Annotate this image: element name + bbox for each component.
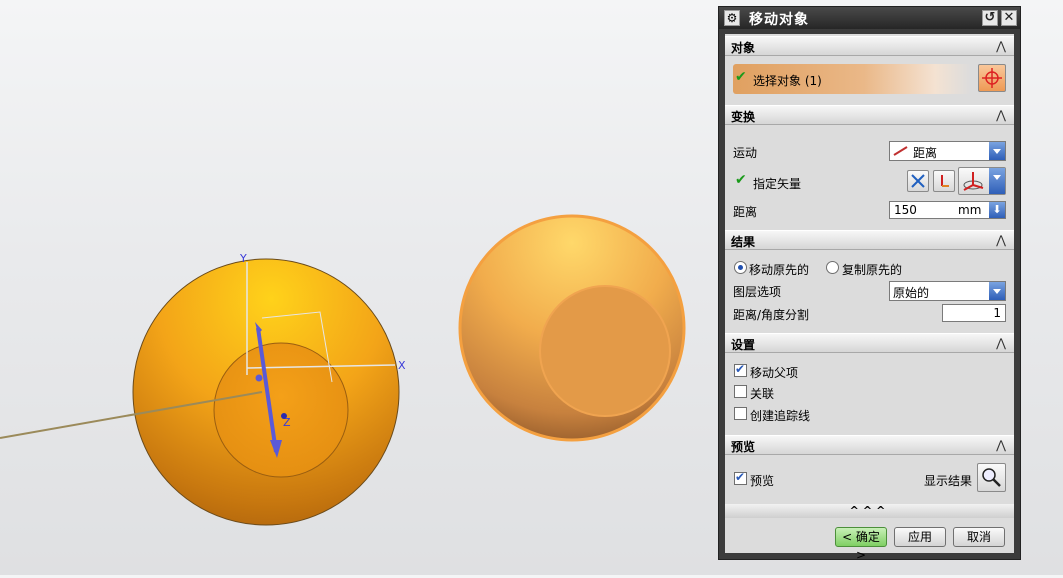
preview-label[interactable]: 预览 <box>750 472 774 489</box>
radio-copy-original[interactable] <box>826 261 839 274</box>
layer-option-label: 图层选项 <box>733 285 782 299</box>
ok-button[interactable]: < 确定 > <box>835 527 887 562</box>
checkbox-create-trace-lines[interactable] <box>734 407 747 420</box>
section-title: 变换 <box>731 110 756 124</box>
section-header-preview[interactable]: 预览 ⋀ <box>725 435 1014 455</box>
close-icon[interactable]: ✕ <box>1001 10 1017 26</box>
checkbox-preview[interactable] <box>734 470 747 485</box>
checkbox-label[interactable]: 关联 <box>750 385 774 402</box>
section-header-objects[interactable]: 对象 ⋀ <box>725 36 1014 56</box>
chevron-down-icon[interactable] <box>989 168 1005 194</box>
chevron-down-icon[interactable] <box>989 282 1005 300</box>
chevron-up-icon[interactable]: ⋀ <box>996 108 1006 122</box>
section-title: 设置 <box>731 338 756 352</box>
distance-input[interactable]: 150 mm ⬇ <box>889 201 1006 219</box>
crosshair-icon <box>982 68 1002 88</box>
move-object-dialog: ⚙ 移动对象 ↺ ✕ 对象 ⋀ ✔ 选择对象 (1) 变换 ⋀ 运动 距离 ✔ … <box>718 6 1021 562</box>
checkbox-label[interactable]: 移动父项 <box>750 364 798 381</box>
section-title: 预览 <box>731 440 756 454</box>
distance-icon <box>893 146 908 156</box>
triad-icon <box>963 172 984 191</box>
section-header-settings[interactable]: 设置 ⋀ <box>725 333 1014 353</box>
radio-move-original[interactable] <box>734 261 747 274</box>
section-body-preview: 预览 显示结果 <box>725 455 1014 503</box>
section-body-result: 移动原先的 复制原先的 图层选项 原始的 距离/角度分割 1 <box>725 250 1014 328</box>
radio-copy-label[interactable]: 复制原先的 <box>842 261 902 278</box>
motion-label: 运动 <box>733 146 758 160</box>
vector-label: 指定矢量 <box>753 177 802 191</box>
apply-button[interactable]: 应用 <box>894 527 946 547</box>
chevron-up-icon[interactable]: ⋀ <box>996 233 1006 247</box>
vector-options-icon <box>941 175 949 187</box>
vector-icon <box>911 174 925 188</box>
cancel-button[interactable]: 取消 <box>953 527 1005 547</box>
inferred-vector-button[interactable] <box>933 170 955 192</box>
layer-option-value: 原始的 <box>893 286 930 300</box>
reset-icon[interactable]: ↺ <box>982 10 998 26</box>
unit-label: mm <box>958 203 982 217</box>
split-input[interactable]: 1 <box>942 304 1006 322</box>
cone-original-inner <box>213 342 349 478</box>
motion-dropdown[interactable]: 距离 <box>889 141 1006 161</box>
radio-move-label[interactable]: 移动原先的 <box>749 261 809 278</box>
more-options-toggle[interactable]: ^^^ <box>725 504 1014 518</box>
distance-value: 150 <box>894 203 917 217</box>
section-title: 结果 <box>731 235 756 249</box>
vector-type-dropdown[interactable] <box>958 167 1006 195</box>
dialog-titlebar[interactable]: ⚙ 移动对象 ↺ ✕ <box>719 7 1020 29</box>
section-body-objects: ✔ 选择对象 (1) <box>725 56 1014 104</box>
section-body-settings: 移动父项 关联 创建追踪线 <box>725 353 1014 431</box>
dialog-title: 移动对象 <box>749 12 809 28</box>
cone-preview-inner <box>539 285 671 417</box>
checkbox-move-parent[interactable] <box>734 362 747 377</box>
select-object-label: 选择对象 (1) <box>753 74 822 88</box>
crosshair-selection-button[interactable] <box>978 64 1006 92</box>
y-axis-label: Y <box>239 252 247 265</box>
chevron-up-icon[interactable]: ⋀ <box>996 438 1006 452</box>
checkbox-associative[interactable] <box>734 385 747 398</box>
motion-value: 距离 <box>913 146 938 160</box>
section-header-result[interactable]: 结果 ⋀ <box>725 230 1014 250</box>
distance-label: 距离 <box>733 205 758 219</box>
arrow-down-icon[interactable]: ⬇ <box>989 202 1005 218</box>
checkbox-label[interactable]: 创建追踪线 <box>750 407 810 424</box>
split-value: 1 <box>993 306 1001 320</box>
chevrons-up-icon: ^^^ <box>849 504 890 517</box>
dialog-body: 对象 ⋀ ✔ 选择对象 (1) 变换 ⋀ 运动 距离 ✔ 指定矢量 距离 150… <box>725 34 1014 562</box>
split-label: 距离/角度分割 <box>733 308 810 322</box>
section-body-transform: 运动 距离 ✔ 指定矢量 距离 150 mm ⬇ <box>725 125 1014 223</box>
section-header-transform[interactable]: 变换 ⋀ <box>725 105 1014 125</box>
check-icon: ✔ <box>735 69 747 85</box>
chevron-up-icon[interactable]: ⋀ <box>996 336 1006 350</box>
chevron-up-icon[interactable]: ⋀ <box>996 39 1006 53</box>
layer-option-dropdown[interactable]: 原始的 <box>889 281 1006 301</box>
show-result-label: 显示结果 <box>924 474 973 488</box>
chevron-down-icon[interactable] <box>989 142 1005 160</box>
check-icon: ✔ <box>735 172 747 188</box>
gear-icon[interactable]: ⚙ <box>724 10 740 26</box>
vector-dialog-button[interactable] <box>907 170 929 192</box>
section-title: 对象 <box>731 41 756 55</box>
x-axis-label: X <box>398 359 406 372</box>
magnifier-icon <box>982 468 1001 487</box>
show-result-button[interactable] <box>977 463 1006 492</box>
